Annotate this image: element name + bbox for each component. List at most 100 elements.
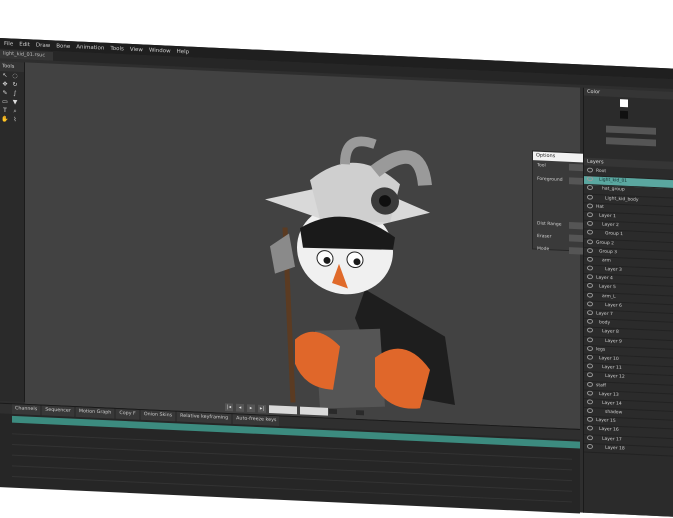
- eye-icon[interactable]: [587, 399, 593, 405]
- lasso-icon[interactable]: ◌: [11, 72, 19, 80]
- timeline-tab[interactable]: Channels: [12, 404, 41, 416]
- frame-total-field[interactable]: [300, 406, 328, 416]
- eye-icon[interactable]: [587, 256, 593, 262]
- layer-name: Layer 16: [599, 427, 619, 434]
- eraser-icon[interactable]: ▭: [1, 98, 9, 105]
- menu-edit[interactable]: Edit: [19, 41, 30, 47]
- eye-icon[interactable]: [587, 185, 593, 191]
- eye-icon[interactable]: [587, 318, 593, 325]
- move-icon[interactable]: ✥: [1, 81, 9, 88]
- eye-icon[interactable]: [587, 434, 593, 440]
- tools-grid: ↖ ◌✥ ↻✎ ∫▭ ▼T ⌕✋ ⌇: [0, 71, 24, 124]
- menu-help[interactable]: Help: [177, 48, 190, 54]
- eye-icon[interactable]: [587, 336, 593, 342]
- menu-file[interactable]: File: [4, 41, 13, 47]
- frame-field[interactable]: [269, 404, 297, 414]
- eye-icon[interactable]: [587, 212, 593, 218]
- timeline-tab[interactable]: Sequencer: [42, 405, 74, 417]
- document-tab[interactable]: light_kid_01.rsuc: [0, 49, 53, 61]
- eye-icon[interactable]: [587, 265, 593, 271]
- text-icon[interactable]: T: [1, 107, 9, 114]
- eye-icon[interactable]: [587, 167, 593, 173]
- secondary-color-swatch[interactable]: [620, 110, 628, 119]
- eye-icon[interactable]: [587, 425, 593, 432]
- layer-name: Light_kid_01: [599, 177, 628, 185]
- eye-icon[interactable]: [587, 220, 593, 227]
- menu-tools[interactable]: Tools: [110, 45, 124, 51]
- rotate-icon[interactable]: ↻: [11, 81, 19, 88]
- app-window: File Edit Draw Bone Animation Tools View Window…: [0, 38, 673, 518]
- blend-field[interactable]: [606, 137, 656, 147]
- pointer-icon[interactable]: ↖: [1, 72, 9, 79]
- timeline-tab[interactable]: Motion Graph: [75, 407, 115, 419]
- timeline-tab[interactable]: Onion Skins: [140, 410, 176, 422]
- layer-name: Root: [596, 168, 607, 175]
- layer-name: shadow: [605, 409, 623, 416]
- eye-icon[interactable]: [587, 274, 593, 280]
- menu-animation[interactable]: Animation: [76, 44, 104, 51]
- layer-name: Layer 6: [605, 302, 622, 309]
- eye-icon[interactable]: [587, 408, 593, 414]
- eye-icon[interactable]: [587, 417, 593, 423]
- next-frame-icon[interactable]: ▸|: [258, 404, 266, 413]
- eye-icon[interactable]: [587, 229, 593, 235]
- prev-frame-icon[interactable]: ◂: [236, 403, 244, 412]
- color-field[interactable]: [606, 125, 656, 135]
- timeline-tab[interactable]: Relative keyframing: [177, 411, 232, 424]
- layer-name: body: [599, 320, 611, 326]
- play-icon[interactable]: ▸: [247, 403, 255, 412]
- layer-name: Layer 8: [602, 329, 619, 336]
- fill-icon[interactable]: ▼: [11, 99, 19, 106]
- eye-icon[interactable]: [587, 247, 593, 253]
- eye-icon[interactable]: [587, 363, 593, 369]
- layer-name: arm_L: [602, 293, 616, 300]
- eye-icon[interactable]: [587, 381, 593, 387]
- brush-icon[interactable]: ∫: [11, 90, 19, 97]
- color-swatch-area: Color: [584, 87, 673, 160]
- eye-icon[interactable]: [587, 194, 593, 200]
- menu-bone[interactable]: Bone: [56, 43, 70, 49]
- menu-draw[interactable]: Draw: [36, 42, 50, 48]
- eye-icon[interactable]: [587, 390, 593, 396]
- layer-name: hat_group: [602, 186, 625, 193]
- eye-icon[interactable]: [587, 301, 593, 307]
- eye-icon[interactable]: [587, 443, 593, 449]
- timeline-tab[interactable]: Copy F: [116, 408, 139, 420]
- drawing-canvas[interactable]: Options × ToolForegroundDist RangeEraser…: [25, 62, 604, 430]
- first-frame-icon[interactable]: |◂: [225, 402, 233, 411]
- right-panel: Color Layers Root Light_kid_01 hat_group Li…: [583, 87, 673, 518]
- menu-window[interactable]: Window: [149, 47, 171, 54]
- menu-view[interactable]: View: [130, 46, 143, 52]
- options-row-label: Foreground: [537, 176, 563, 183]
- layer-name: Layer 18: [605, 445, 625, 452]
- screenshot-stage: File Edit Draw Bone Animation Tools View Window…: [0, 0, 673, 518]
- eye-icon[interactable]: [587, 238, 593, 244]
- eye-icon[interactable]: [587, 345, 593, 351]
- eyedropper-icon[interactable]: ⌇: [11, 116, 19, 123]
- eye-icon[interactable]: [587, 327, 593, 334]
- layer-name: Layer 9: [605, 338, 622, 345]
- eye-icon[interactable]: [587, 176, 593, 182]
- eye-icon[interactable]: [587, 203, 593, 209]
- timeline-tab[interactable]: Auto-freeze keys: [233, 414, 280, 427]
- pen-icon[interactable]: ✎: [1, 89, 9, 97]
- layer-name: Layer 12: [605, 374, 625, 380]
- eye-icon[interactable]: [587, 372, 593, 378]
- zoom-icon[interactable]: ⌕: [11, 107, 19, 114]
- character-artwork: [265, 136, 455, 421]
- hand-icon[interactable]: ✋: [1, 116, 9, 123]
- primary-color-swatch[interactable]: [620, 99, 628, 108]
- options-row-label: Tool: [537, 163, 546, 169]
- eye-icon[interactable]: [587, 292, 593, 298]
- layer-name: Layer 10: [599, 356, 619, 362]
- options-row-label: Mode: [537, 246, 550, 253]
- layers-list: Root Light_kid_01 hat_group Light_kid_body H…: [584, 167, 673, 457]
- layer-name: Layer 14: [602, 400, 622, 407]
- layer-name: Layer 7: [596, 311, 613, 318]
- layer-name: Layer 17: [602, 436, 622, 443]
- eye-icon[interactable]: [587, 283, 593, 289]
- eye-icon[interactable]: [587, 310, 593, 316]
- layer-name: Layer 3: [605, 267, 622, 273]
- layer-name: Layer 15: [596, 418, 616, 425]
- eye-icon[interactable]: [587, 354, 593, 360]
